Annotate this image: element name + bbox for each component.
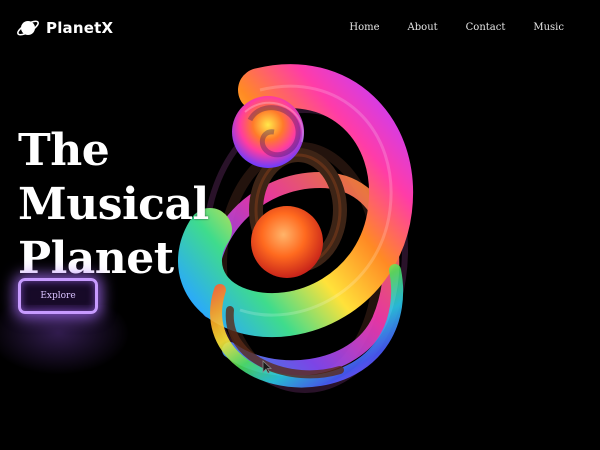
nav-link-contact[interactable]: Contact [466, 22, 506, 33]
explore-button[interactable]: Explore [18, 278, 98, 314]
nav-link-music[interactable]: Music [533, 22, 564, 33]
brand-logo[interactable]: PlanetX [16, 16, 113, 40]
brand-name: PlanetX [46, 19, 114, 37]
main-nav: Home About Contact Music [321, 22, 564, 33]
nav-link-home[interactable]: Home [349, 22, 379, 33]
button-glow-reflection [0, 305, 130, 375]
hero-title-line1: The Musical [18, 125, 209, 230]
planet-icon [17, 20, 39, 36]
cursor-icon [262, 360, 272, 374]
hero-title: The Musical Planet [18, 124, 268, 286]
nav-link-about[interactable]: About [408, 22, 438, 33]
